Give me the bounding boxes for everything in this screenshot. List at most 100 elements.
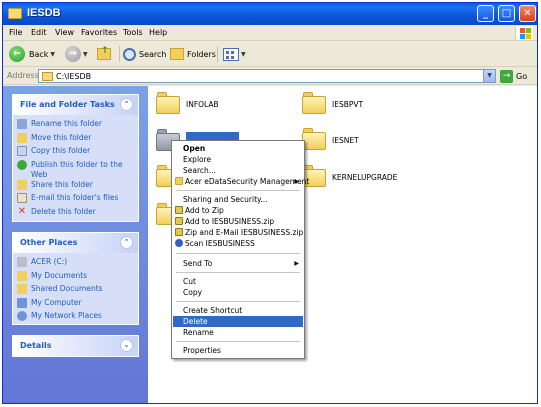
menu-item-create-shortcut[interactable]: Create Shortcut — [173, 305, 303, 316]
menu-item-add-to-zip[interactable]: Add to Zip — [173, 205, 303, 216]
task-label: Share this folder — [31, 179, 93, 189]
menu-item-open[interactable]: Open — [173, 143, 303, 154]
task-move-folder[interactable]: Move this folder — [17, 132, 138, 147]
close-button[interactable]: ✕ — [519, 5, 536, 22]
drive-icon — [17, 257, 27, 267]
task-rename-folder[interactable]: Rename this folder — [17, 119, 138, 133]
folder-name: INFOLAB — [186, 100, 219, 109]
share-icon — [17, 179, 27, 190]
forward-arrow-icon: → — [65, 46, 81, 62]
zip-icon — [175, 217, 183, 225]
task-copy-folder[interactable]: Copy this folder — [17, 146, 138, 160]
address-dropdown-button[interactable]: ▼ — [483, 70, 495, 82]
menu-view[interactable]: View — [55, 28, 74, 37]
place-label: My Documents — [31, 270, 88, 280]
folder-item[interactable]: IESNET — [302, 128, 412, 154]
panel-header[interactable]: Other Places ⌃ — [13, 233, 138, 253]
task-email-files[interactable]: E-mail this folder's files — [17, 193, 138, 207]
panel-header[interactable]: File and Folder Tasks ⌃ — [13, 95, 138, 115]
expand-icon[interactable]: ⌄ — [120, 339, 133, 352]
task-publish-folder[interactable]: Publish this folder to the Web — [17, 159, 138, 180]
place-my-network-places[interactable]: My Network Places — [17, 311, 138, 325]
address-label: Address — [7, 71, 39, 80]
task-share-folder[interactable]: Share this folder — [17, 179, 138, 194]
menu-file[interactable]: File — [9, 28, 22, 37]
toolbar-divider — [119, 46, 120, 62]
views-button[interactable]: ▼ — [223, 45, 246, 63]
windows-logo-icon — [515, 26, 533, 40]
menu-item-acer-edatasecurity[interactable]: Acer eDataSecurity Management ▶ — [173, 176, 309, 187]
folder-item[interactable]: INFOLAB — [156, 92, 266, 118]
forward-button[interactable]: → ▼ — [65, 45, 88, 63]
go-arrow-icon: → — [500, 69, 513, 83]
menu-item-label: Add to Zip — [185, 206, 224, 215]
back-button[interactable]: ← Back ▼ — [9, 45, 55, 63]
menu-item-delete[interactable]: Delete — [173, 316, 303, 327]
menu-tools[interactable]: Tools — [123, 28, 143, 37]
menu-item-rename[interactable]: Rename — [173, 327, 303, 338]
chevron-down-icon: ▼ — [241, 50, 246, 58]
menu-item-scan[interactable]: Scan IESBUSINESS — [173, 238, 303, 249]
title-bar[interactable]: IESDB _ □ ✕ — [3, 3, 537, 25]
folder-icon — [17, 284, 27, 294]
menu-item-search[interactable]: Search... — [173, 165, 303, 176]
maximize-button[interactable]: □ — [498, 5, 515, 22]
other-places-panel: Other Places ⌃ ACER (C:) My Documents Sh… — [12, 232, 139, 325]
menu-item-label: Scan IESBUSINESS — [185, 239, 255, 248]
menu-separator — [176, 272, 300, 273]
menu-item-cut[interactable]: Cut — [173, 276, 303, 287]
delete-icon: ✕ — [17, 205, 27, 217]
back-label: Back — [29, 49, 49, 59]
globe-icon — [17, 159, 27, 170]
computer-icon — [17, 297, 27, 308]
search-button[interactable]: Search — [123, 45, 166, 63]
place-label: Shared Documents — [31, 284, 103, 293]
toolbar-divider — [217, 46, 218, 62]
menu-favorites[interactable]: Favorites — [81, 28, 117, 37]
back-arrow-icon: ← — [9, 46, 25, 62]
place-acer-drive[interactable]: ACER (C:) — [17, 257, 138, 271]
menu-item-zip-and-email[interactable]: Zip and E-Mail IESBUSINESS.zip — [173, 227, 303, 238]
network-icon — [17, 311, 27, 321]
address-input[interactable]: C:\IESDB ▼ — [38, 69, 496, 83]
menu-item-add-to-named-zip[interactable]: Add to IESBUSINESS.zip — [173, 216, 303, 227]
folder-item[interactable]: IESBPVT — [302, 92, 412, 118]
menu-item-label: Send To — [183, 259, 213, 268]
menu-item-explore[interactable]: Explore — [173, 154, 303, 165]
task-label: E-mail this folder's files — [31, 193, 119, 202]
details-panel: Details ⌄ — [12, 335, 139, 357]
collapse-icon[interactable]: ⌃ — [120, 98, 133, 111]
folder-item[interactable]: KERNELUPGRADE — [302, 165, 452, 191]
folders-label: Folders — [187, 49, 216, 59]
menu-item-send-to[interactable]: Send To ▶ — [173, 258, 303, 269]
minimize-button[interactable]: _ — [477, 5, 494, 22]
task-delete-folder[interactable]: ✕ Delete this folder — [17, 205, 138, 221]
antivirus-icon — [175, 239, 183, 247]
views-icon — [223, 47, 239, 61]
menu-item-properties[interactable]: Properties — [173, 345, 303, 356]
place-my-computer[interactable]: My Computer — [17, 297, 138, 312]
go-button[interactable]: → Go — [500, 69, 527, 83]
address-bar: Address C:\IESDB ▼ → Go — [3, 67, 537, 85]
task-label: Copy this folder — [31, 146, 91, 155]
menu-item-label: Zip and E-Mail IESBUSINESS.zip — [185, 228, 304, 237]
menu-item-sharing-security[interactable]: Sharing and Security... — [173, 194, 303, 205]
folders-button[interactable]: Folders — [170, 45, 216, 63]
place-my-documents[interactable]: My Documents — [17, 270, 138, 285]
up-folder-button[interactable]: ↑ — [97, 45, 111, 63]
menu-edit[interactable]: Edit — [31, 28, 47, 37]
task-label: Delete this folder — [31, 206, 96, 216]
chevron-down-icon: ▼ — [50, 50, 56, 58]
panel-header[interactable]: Details ⌄ — [13, 336, 138, 356]
task-label: Publish this folder to the Web — [31, 159, 123, 179]
move-icon — [17, 132, 27, 143]
folder-icon — [8, 8, 22, 19]
menu-separator — [176, 253, 300, 254]
menu-item-copy[interactable]: Copy — [173, 287, 303, 298]
place-shared-documents[interactable]: Shared Documents — [17, 284, 138, 298]
menu-item-label: Acer eDataSecurity Management — [185, 177, 310, 186]
submenu-arrow-icon: ▶ — [294, 260, 299, 267]
menu-separator — [176, 341, 300, 342]
menu-help[interactable]: Help — [149, 28, 167, 37]
collapse-icon[interactable]: ⌃ — [120, 236, 133, 249]
